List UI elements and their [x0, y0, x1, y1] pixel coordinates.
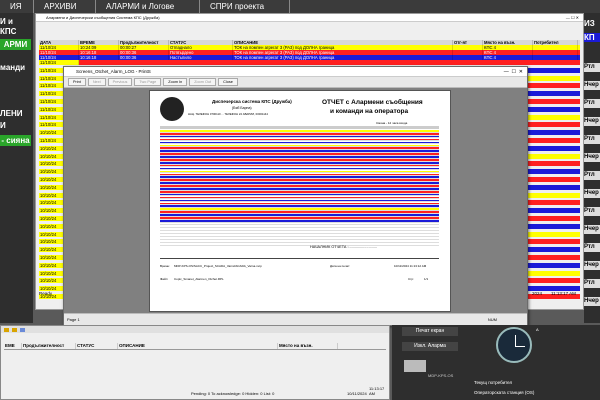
preview-toolbar: Print Next Previous Two Page Zoom In Zoo…	[64, 77, 527, 88]
filter-icon[interactable]	[20, 327, 25, 332]
badge: А	[536, 327, 539, 332]
footer-label-2: Файл:	[160, 277, 169, 281]
preview-page-indicator: Page 1	[67, 317, 80, 322]
folder-icon-2[interactable]	[12, 327, 17, 332]
window-controls[interactable]: — ☐ ✕	[566, 14, 579, 22]
report-shift: Смяна - 12 часа входа	[376, 121, 408, 125]
bottom-status-counts: Pending: 0 To acknowledge: 0 Hidden: 0 L…	[191, 391, 275, 396]
status-ready: Ready	[39, 291, 53, 296]
left-label-2: КПС	[0, 27, 17, 36]
footer-page-label: Стр:	[408, 277, 415, 281]
report-table-header	[160, 126, 439, 129]
status-date: 2024	[532, 291, 543, 296]
right-label-kp: КП	[584, 33, 600, 42]
bottom-col-description[interactable]: ОПИСАНИЕ	[118, 343, 278, 349]
print-preview-window: Screens_Otchet_Alarm_LOG - PrintS — ☐ ✕ …	[63, 66, 528, 326]
bottom-date: 10/11/2024	[347, 391, 367, 396]
console-panel: Печат екран Изкл. Аларма MDP-KPS-OS Теку…	[392, 325, 600, 400]
bottom-time: 11:13:17 AM	[369, 386, 385, 396]
folder-icon[interactable]	[4, 327, 9, 332]
host-name: MDP-KPS-OS	[428, 373, 454, 378]
bottom-col-time[interactable]: ЕМЕ	[4, 343, 22, 349]
footer-label-1: Време:	[160, 264, 170, 268]
right-panel-button[interactable]: Нчер	[584, 225, 600, 234]
preview-status-bar: Page 1 NUM	[64, 313, 527, 325]
right-panel-button[interactable]: Нчер	[584, 189, 600, 198]
report-title: ОТЧЕТ с Алармени съобщения	[322, 99, 423, 106]
report-title-2: и команди на оператора	[330, 108, 409, 115]
right-panel-button[interactable]: Нчер	[584, 153, 600, 162]
right-panel-button[interactable]: Ртл	[584, 171, 600, 180]
right-panel-button[interactable]: Ртл	[584, 99, 600, 108]
footer-value-2: Copic_Smanet_Alarmen_Otchet.RPL	[174, 277, 224, 281]
bottom-col-place[interactable]: Място на възн.	[278, 343, 338, 349]
close-button[interactable]: Close	[218, 78, 238, 86]
right-panel-button[interactable]: Нчер	[584, 117, 600, 126]
report-page: Диспечерска система КПС (Дружба) (Бяб Ба…	[149, 90, 451, 312]
report-row	[160, 243, 439, 246]
previous-button[interactable]: Previous	[107, 78, 133, 86]
right-panel: ИЗ КП Ртл Нчер Ртл Нчер Ртл Нчер Ртл Нчер Ртл Нче…	[584, 13, 600, 323]
bottom-col-status[interactable]: СТАТУС	[76, 343, 118, 349]
window-title: Алармени и Диспечерски съобщения Система…	[36, 14, 583, 22]
bottom-toolbar	[1, 326, 389, 333]
user-label: Текущ потребител	[474, 380, 513, 385]
left-label-1: И и	[0, 17, 13, 26]
footer-date-label: Дата на печат:	[330, 264, 351, 268]
next-button[interactable]: Next	[87, 78, 106, 86]
zoom-out-button[interactable]: Zoom Out	[189, 78, 217, 86]
preview-title: Screens_Otchet_Alarm_LOG - PrintS	[76, 69, 151, 74]
right-panel-button[interactable]: Ртл	[584, 279, 600, 288]
user-value: Операторската станция (OS)	[474, 390, 535, 395]
status-time: 11:13:17 AM	[551, 291, 576, 296]
right-panel-button[interactable]: Нчер	[584, 261, 600, 270]
exit-alarm-button[interactable]: Изкл. Аларма	[402, 342, 458, 351]
table-row[interactable]: 11/10/24	[39, 60, 580, 65]
footer-date: 10/11/2024 11:13:12 AM	[394, 264, 427, 268]
footer-page: 1/1	[424, 277, 429, 281]
right-panel-button[interactable]: Ртл	[584, 63, 600, 72]
two-page-button[interactable]: Two Page	[134, 78, 162, 86]
zoom-in-button[interactable]: Zoom In	[163, 78, 188, 86]
bottom-col-duration[interactable]: Продължителност	[22, 343, 76, 349]
right-panel-button[interactable]: Ртл	[584, 135, 600, 144]
top-menu-bar: ИЯ АРХИВИ АЛАРМИ и Логове СПРИ проекта	[0, 0, 600, 13]
commands-label[interactable]: манди	[0, 63, 25, 72]
report-phones: НАЦ. ТЕЛЕФОН 0700110 ... ТЕЛЕФОН 24 АВАР…	[188, 112, 268, 116]
report-signature: НАЧАЛНИК ОТЧЕТА :.......................…	[310, 245, 378, 249]
right-panel-button[interactable]: Ртл	[584, 207, 600, 216]
print-screen-button[interactable]: Печат екран	[402, 327, 458, 336]
menu-item-stop-project[interactable]: СПРИ проекта	[200, 0, 290, 13]
right-panel-button[interactable]: Нчер	[584, 81, 600, 90]
left-label-4: ЛЕНИ	[0, 109, 23, 118]
shift-button[interactable]: - сияна	[0, 135, 31, 146]
menu-item-1[interactable]: ИЯ	[0, 0, 34, 13]
key-icon	[404, 360, 426, 372]
table-cell: 11/10/24	[39, 60, 79, 65]
right-panel-button[interactable]: Нчер	[584, 297, 600, 306]
report-footer-rule	[160, 258, 439, 259]
report-org: Диспечерска система КПС (Дружба)	[212, 99, 292, 104]
logo-icon	[160, 97, 184, 121]
left-panel: И и КПС АРМИ манди ЛЕНИ И - сияна	[0, 13, 33, 323]
footer-value-1: MDP-KPS-OS/SACC_Project_SCADA_Varna\SCAD…	[174, 264, 262, 268]
menu-item-archives[interactable]: АРХИВИ	[34, 0, 96, 13]
bottom-table-header: ЕМЕ Продължителност СТАТУС ОПИСАНИЕ Мяст…	[4, 343, 386, 350]
clock-icon	[496, 327, 532, 363]
left-label-5: И	[0, 121, 6, 130]
right-panel-button[interactable]: Ртл	[584, 243, 600, 252]
alarms-button[interactable]: АРМИ	[0, 39, 31, 50]
preview-window-controls[interactable]: — ☐ ✕	[504, 67, 523, 77]
right-label: ИЗ	[584, 19, 595, 28]
menu-item-alarms-logs[interactable]: АЛАРМИ и Логове	[96, 0, 200, 13]
report-org-sub: (Бяб Барна)	[232, 106, 252, 110]
bottom-alarm-panel: ЕМЕ Продължителност СТАТУС ОПИСАНИЕ Мяст…	[0, 325, 390, 400]
window-title-text: Алармени и Диспечерски съобщения Система…	[46, 15, 160, 20]
preview-title-bar: Screens_Otchet_Alarm_LOG - PrintS — ☐ ✕	[64, 67, 527, 77]
preview-canvas[interactable]: Диспечерска система КПС (Дружба) (Бяб Ба…	[64, 88, 527, 313]
print-button[interactable]: Print	[68, 78, 86, 86]
